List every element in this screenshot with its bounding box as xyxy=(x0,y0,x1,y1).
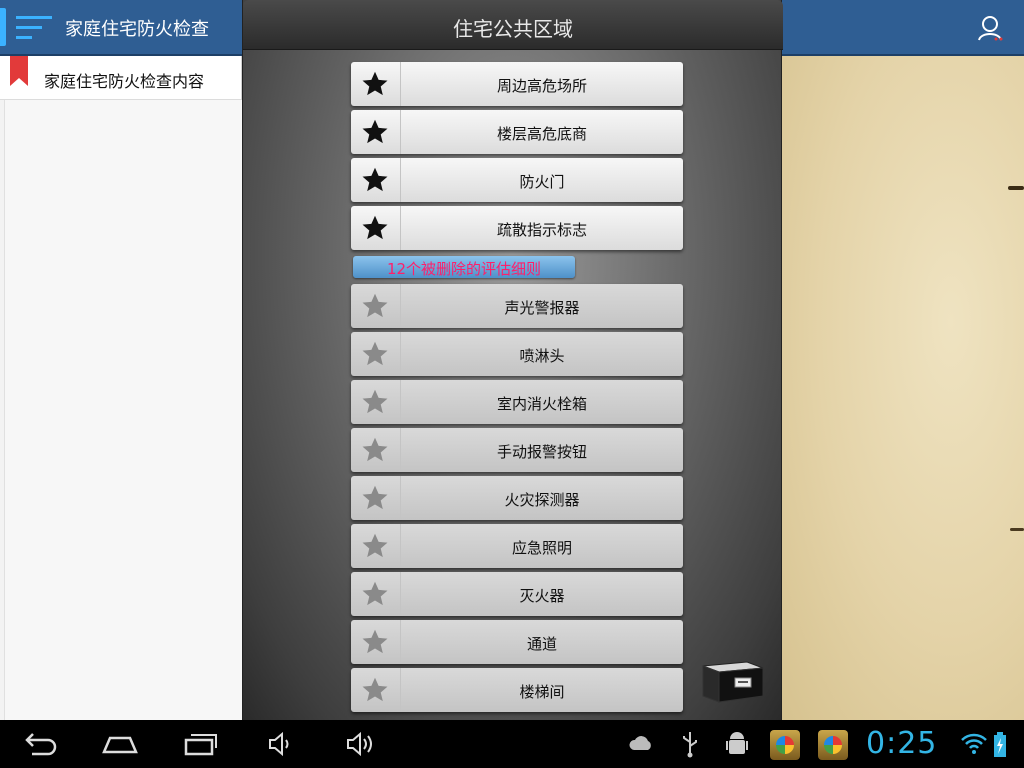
star-toggle[interactable] xyxy=(351,668,401,712)
battery-charging-icon xyxy=(994,732,1006,757)
deleted-rule-item[interactable]: 应急照明 xyxy=(351,524,683,568)
star-outline-icon xyxy=(362,485,388,510)
star-outline-icon xyxy=(362,581,388,606)
star-toggle[interactable] xyxy=(351,428,401,472)
system-navigation-bar: 0:25 xyxy=(0,720,1024,768)
drawer-list-area xyxy=(4,100,242,720)
menu-icon xyxy=(16,16,52,39)
star-toggle[interactable] xyxy=(351,284,401,328)
deleted-rule-item[interactable]: 楼梯间 xyxy=(351,668,683,712)
rules-dialog: 住宅公共区域 周边高危场所 楼层高危底商 防火门 疏散指示标志 12个被删除的评… xyxy=(242,0,783,720)
wifi-icon xyxy=(961,733,987,754)
weather-cloud-icon xyxy=(629,736,651,750)
back-icon[interactable] xyxy=(22,728,58,760)
bookmark-icon xyxy=(10,56,28,86)
star-outline-icon xyxy=(362,677,388,702)
deleted-rule-item[interactable]: 室内消火栓箱 xyxy=(351,380,683,424)
deleted-rules-header[interactable]: 12个被删除的评估细则 xyxy=(353,256,575,278)
app-title: 家庭住宅防火检查 xyxy=(65,19,209,40)
user-account-icon[interactable] xyxy=(976,14,1006,42)
star-toggle[interactable] xyxy=(351,476,401,520)
star-filled-icon xyxy=(362,119,388,144)
rule-label: 室内消火栓箱 xyxy=(496,395,587,413)
android-debug-icon xyxy=(726,732,748,754)
rule-item[interactable]: 周边高危场所 xyxy=(351,62,683,106)
dialog-title: 住宅公共区域 xyxy=(453,17,573,41)
app-notification-icon[interactable] xyxy=(770,730,800,760)
rule-label: 通道 xyxy=(526,635,557,653)
star-toggle[interactable] xyxy=(351,332,401,376)
rule-label: 灭火器 xyxy=(519,587,565,605)
star-outline-icon xyxy=(362,629,388,654)
star-toggle[interactable] xyxy=(351,380,401,424)
rule-label: 应急照明 xyxy=(511,539,572,557)
star-toggle[interactable] xyxy=(351,620,401,664)
rule-label: 手动报警按钮 xyxy=(496,443,587,461)
deleted-rule-item[interactable]: 通道 xyxy=(351,620,683,664)
star-outline-icon xyxy=(362,533,388,558)
rule-label: 周边高危场所 xyxy=(496,77,587,95)
volume-down-icon[interactable] xyxy=(266,728,294,760)
deleted-rule-item[interactable]: 手动报警按钮 xyxy=(351,428,683,472)
drawer-item-inspection-content[interactable]: 家庭住宅防火检查内容 xyxy=(0,56,241,100)
parchment-mark xyxy=(1010,528,1024,531)
rule-label: 疏散指示标志 xyxy=(496,221,587,239)
deleted-rule-item[interactable]: 声光警报器 xyxy=(351,284,683,328)
parchment-mark xyxy=(1008,186,1024,190)
status-clock[interactable]: 0:25 xyxy=(866,726,937,761)
star-toggle[interactable] xyxy=(351,110,401,154)
star-toggle[interactable] xyxy=(351,158,401,202)
star-outline-icon xyxy=(362,389,388,414)
rule-label: 火灾探测器 xyxy=(504,491,580,509)
star-outline-icon xyxy=(362,293,388,318)
star-toggle[interactable] xyxy=(351,62,401,106)
navigation-drawer: 家庭住宅防火检查内容 xyxy=(0,56,242,720)
deleted-rule-item[interactable]: 喷淋头 xyxy=(351,332,683,376)
drawer-indicator xyxy=(0,8,6,46)
rule-item[interactable]: 楼层高危底商 xyxy=(351,110,683,154)
rule-label: 喷淋头 xyxy=(519,347,565,365)
dialog-header: 住宅公共区域 xyxy=(243,0,783,50)
drawer-item-label: 家庭住宅防火检查内容 xyxy=(44,72,205,91)
recent-apps-icon[interactable] xyxy=(182,728,220,760)
rule-label: 楼层高危底商 xyxy=(496,125,587,143)
star-filled-icon xyxy=(362,71,388,96)
usb-icon xyxy=(683,732,697,758)
volume-up-icon[interactable] xyxy=(344,728,376,760)
home-icon[interactable] xyxy=(100,728,140,760)
home-button[interactable]: 家庭住宅防火检查 xyxy=(0,0,242,54)
rule-label: 楼梯间 xyxy=(519,683,565,701)
deleted-rule-item[interactable]: 火灾探测器 xyxy=(351,476,683,520)
parchment-background xyxy=(781,56,1024,720)
star-toggle[interactable] xyxy=(351,206,401,250)
archive-box-icon[interactable] xyxy=(701,652,765,704)
rule-label: 声光警报器 xyxy=(504,299,580,317)
star-filled-icon xyxy=(362,215,388,240)
app-notification-icon[interactable] xyxy=(818,730,848,760)
app-logo-icon xyxy=(776,736,794,754)
star-outline-icon xyxy=(362,341,388,366)
star-toggle[interactable] xyxy=(351,572,401,616)
star-filled-icon xyxy=(362,167,388,192)
app-logo-icon xyxy=(824,736,842,754)
star-outline-icon xyxy=(362,437,388,462)
deleted-rules-count: 12个被删除的评估细则 xyxy=(386,260,542,278)
screen: 家庭住宅防火检查 家庭住宅防火检查内容 住宅公共区域 周边高危场所 楼层高危底商… xyxy=(0,0,1024,768)
deleted-rule-item[interactable]: 灭火器 xyxy=(351,572,683,616)
star-toggle[interactable] xyxy=(351,524,401,568)
rule-item[interactable]: 疏散指示标志 xyxy=(351,206,683,250)
rule-label: 防火门 xyxy=(519,173,565,191)
rule-item[interactable]: 防火门 xyxy=(351,158,683,202)
